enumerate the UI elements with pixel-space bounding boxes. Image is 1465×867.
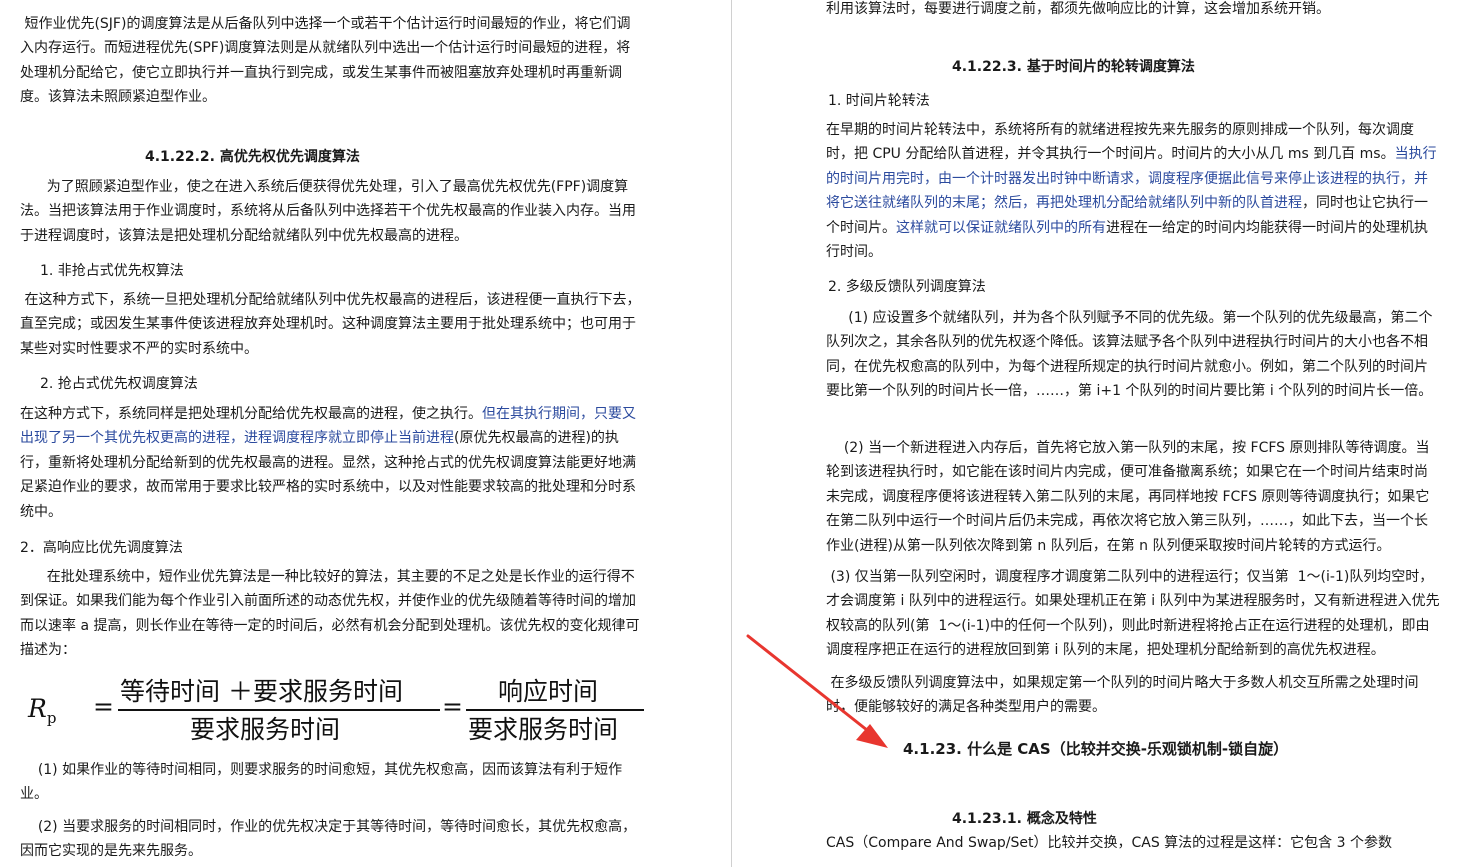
heading-4-1-23-1: 4.1.23.1. 概念及特性 (952, 811, 1097, 827)
paragraph-rule-2: (2) 当要求服务的时间相同时，作业的优先权决定于其等待时间，等待时间愈长，其优… (20, 819, 637, 860)
paragraph-mlfq-2: (2) 当一个新进程进入内存后，首先将它放入第一队列的末尾，按 FCFS 原则排… (826, 440, 1430, 554)
paragraph-fpf: 为了照顾紧迫型作业，使之在进入系统后便获得优先处理，引入了最高优先权优先(FPF… (20, 179, 636, 244)
paragraph-sjf: 短作业优先(SJF)的调度算法是从后备队列中选择一个或若干个估计运行时间最短的作… (20, 16, 631, 106)
right-page: 利用该算法时，每要进行调度之前，都须先做响应比的计算，这会增加系统开销。 4.1… (818, 0, 1448, 867)
paragraph-cas: CAS（Compare And Swap/Set）比较并交换，CAS 算法的过程… (826, 835, 1392, 851)
document-spread: 短作业优先(SJF)的调度算法是从后备队列中选择一个或若干个估计运行时间最短的作… (0, 0, 1465, 867)
heading-4-1-23: 4.1.23. 什么是 CAS（比较并交换-乐观锁机制-锁自旋） (903, 740, 1289, 758)
list-item-round-robin: 1. 时间片轮转法 (828, 93, 930, 109)
formula-denominator-2: 要求服务时间 (468, 715, 619, 744)
rr-text-a: 在早期的时间片轮转法中，系统将所有的就绪进程按先来先服务的原则排成一个队列，每次… (826, 122, 1414, 163)
red-arrow-annotation (746, 634, 888, 748)
list-item-mlfq: 2. 多级反馈队列调度算法 (828, 279, 986, 295)
arrow-head (856, 724, 888, 748)
list-item-nonpreemptive: 1. 非抢占式优先权算法 (40, 263, 184, 279)
paragraph-mlfq-3: (3) 仅当第一队列空闲时，调度程序才调度第二队列中的进程运行；仅当第 1～(i… (826, 569, 1440, 659)
arrow-shaft (746, 634, 874, 736)
paragraph-round-robin: 在早期的时间片轮转法中，系统将所有的就绪进程按先来先服务的原则排成一个队列，每次… (826, 118, 1441, 264)
list-item-preemptive: 2. 抢占式优先权调度算法 (40, 376, 198, 392)
formula-numerator-1: 等待时间 ＋要求服务时间 (120, 677, 403, 706)
paragraph-overhead: 利用该算法时，每要进行调度之前，都须先做响应比的计算，这会增加系统开销。 (826, 1, 1330, 17)
formula-numerator-2: 响应时间 (498, 677, 599, 706)
list-item-hrrn: 2．高响应比优先调度算法 (20, 540, 183, 556)
heading-4-1-22-2: 4.1.22.2. 高优先权优先调度算法 (145, 149, 360, 165)
formula-equals-2: = (442, 692, 463, 721)
priority-formula: Rp = 等待时间 ＋要求服务时间 要求服务时间 = 响应时间 要求服务时间 (28, 672, 644, 752)
preemptive-text-a: 在这种方式下，系统同样是把处理机分配给优先权最高的进程，使之执行。 (20, 406, 482, 422)
paragraph-rule-1: (1) 如果作业的等待时间相同，则要求服务的时间愈短，其优先权愈高，因而该算法有… (20, 762, 623, 803)
formula-denominator-1: 要求服务时间 (190, 715, 341, 744)
heading-4-1-22-3: 4.1.22.3. 基于时间片的轮转调度算法 (952, 59, 1195, 75)
rr-text-highlight-2: 这样就可以保证就绪队列中的所有 (896, 219, 1106, 236)
paragraph-preemptive: 在这种方式下，系统同样是把处理机分配给优先权最高的进程，使之执行。但在其执行期间… (20, 402, 642, 524)
formula-lhs: Rp (28, 694, 57, 727)
paragraph-mlfq-1: (1) 应设置多个就绪队列，并为各个队列赋予不同的优先级。第一个队列的优先级最高… (826, 310, 1433, 400)
paragraph-mlfq-4: 在多级反馈队列调度算法中，如果规定第一个队列的时间片略大于多数人机交互所需之处理… (826, 675, 1419, 716)
left-page: 短作业优先(SJF)的调度算法是从后备队列中选择一个或若干个估计运行时间最短的作… (0, 0, 650, 867)
paragraph-nonpreemptive: 在这种方式下，系统一旦把处理机分配给就绪队列中优先权最高的进程后，该进程便一直执… (20, 292, 641, 357)
page-divider (731, 0, 732, 867)
formula-equals-1: = (93, 692, 114, 721)
paragraph-hrrn: 在批处理系统中，短作业优先算法是一种比较好的算法，其主要的不足之处是长作业的运行… (20, 569, 640, 659)
